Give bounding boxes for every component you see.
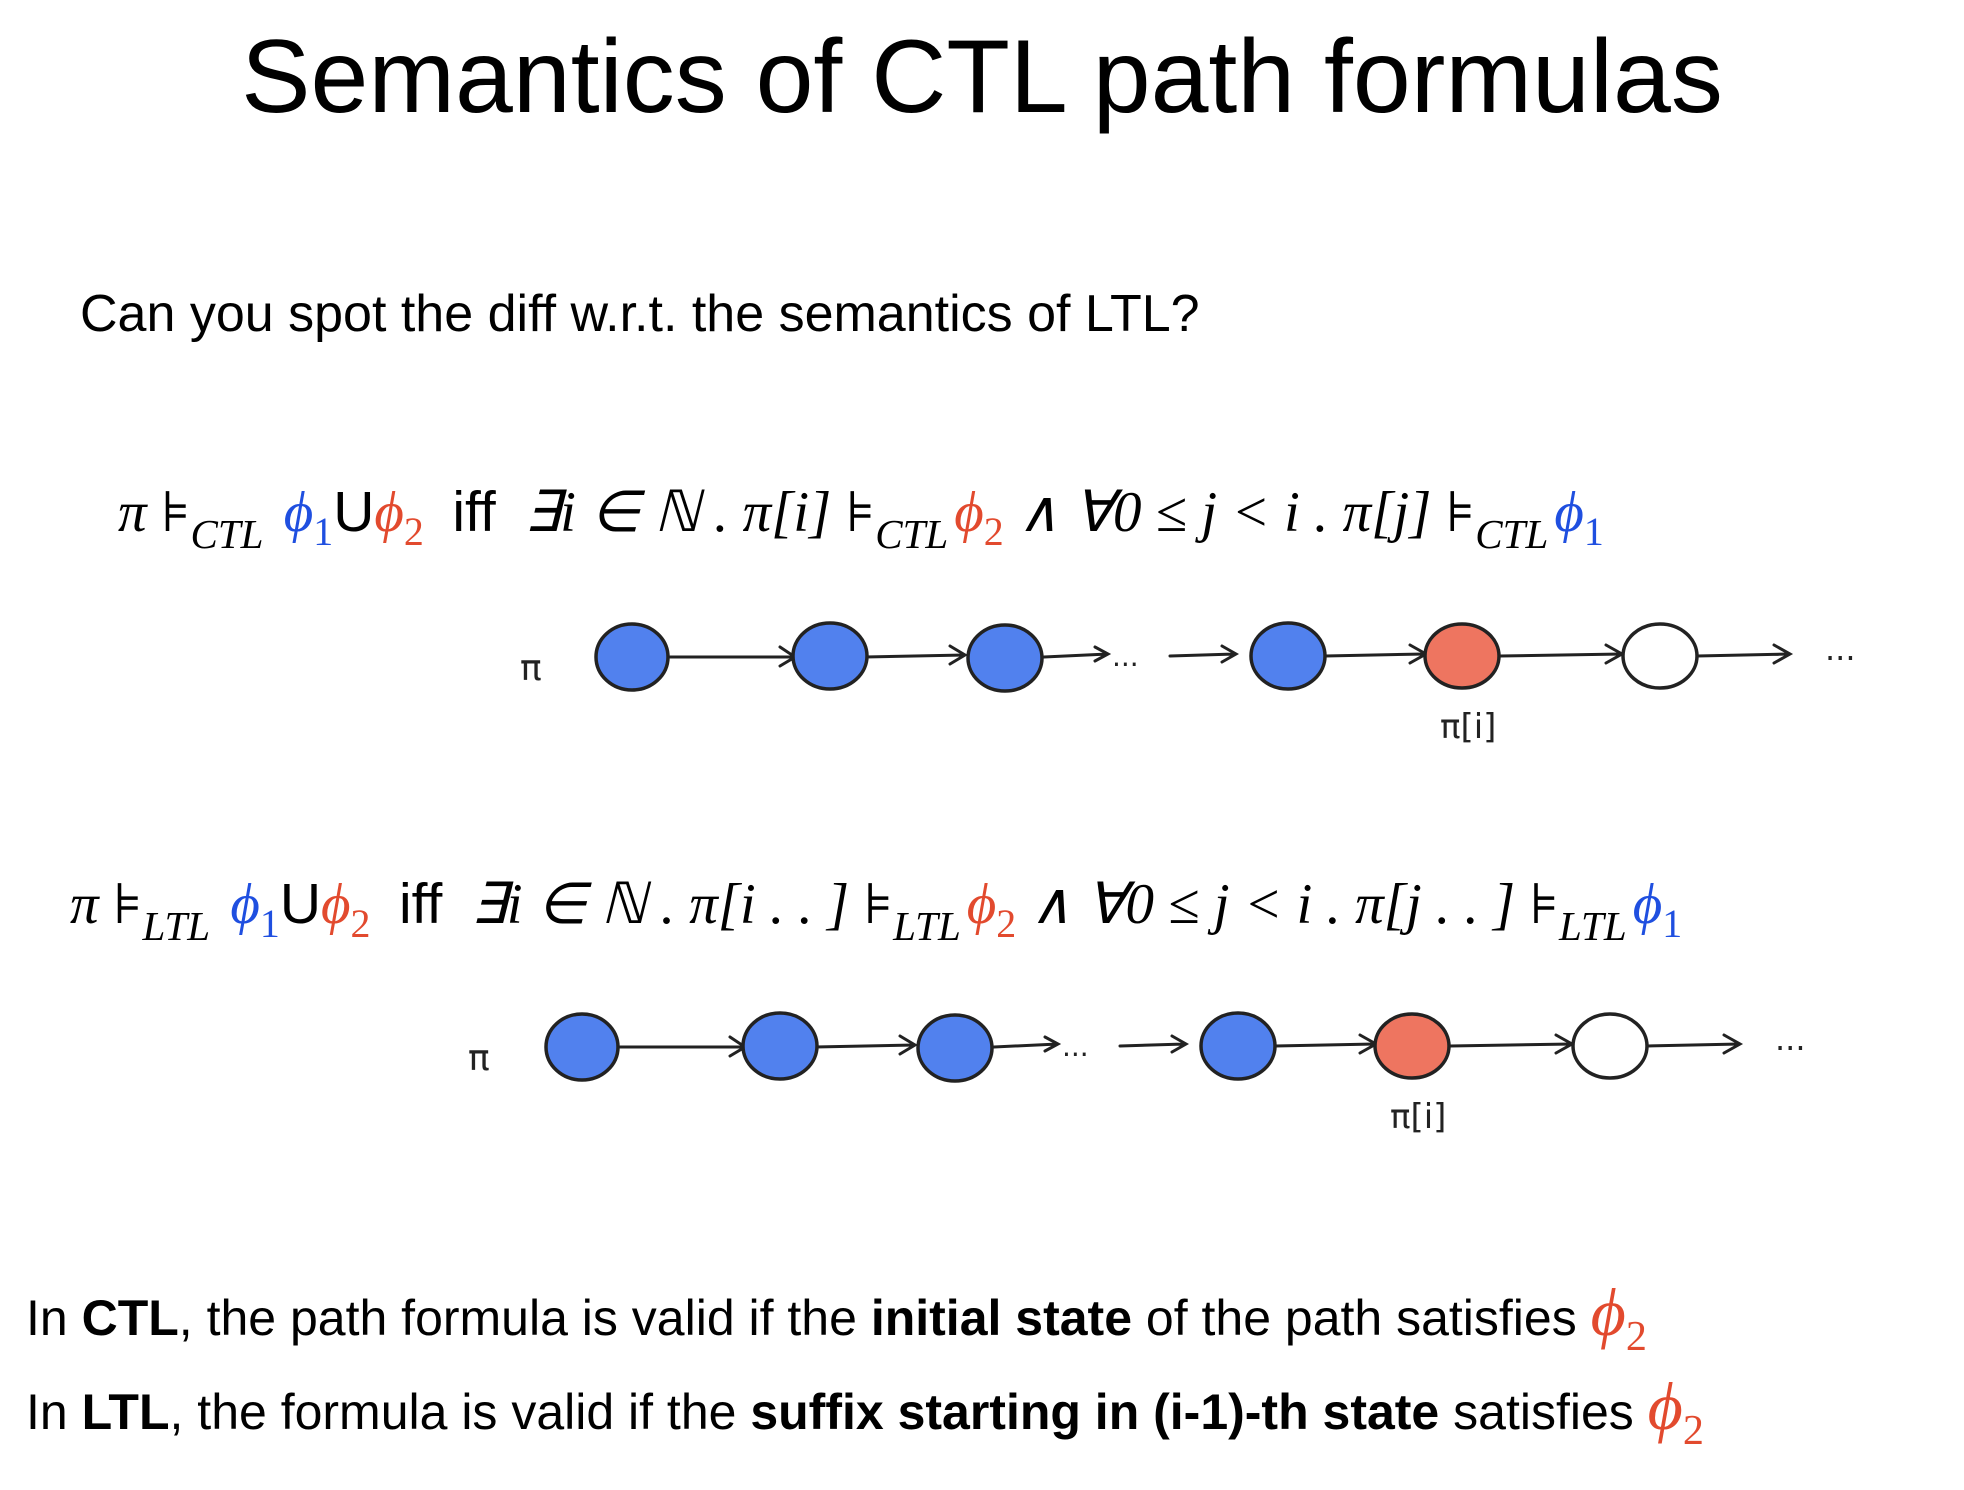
ctl-path-diagram: π ... ... π[i]: [520, 621, 1856, 747]
state-phi1: [544, 1012, 620, 1082]
phi2-term: ϕ2: [321, 873, 371, 946]
until-operator: U: [279, 872, 322, 936]
emphasis: initial state: [870, 1290, 1133, 1346]
models-symbol: ⊧: [863, 873, 894, 936]
forall-clause: ∧ ∀0 ≤ j < i . π[j]: [1003, 481, 1446, 544]
path-symbol: π: [70, 873, 99, 936]
state-phi1: [1249, 621, 1327, 691]
ctl-explanation: In CTL, the path formula is valid if the…: [26, 1274, 1647, 1360]
path-label: π: [468, 1038, 490, 1079]
logic-subscript: LTL: [1559, 903, 1627, 950]
models-symbol: ⊧: [845, 481, 876, 544]
logic-subscript: CTL: [875, 511, 949, 558]
models-symbol: ⊧: [160, 481, 191, 544]
ellipsis: ...: [1112, 640, 1139, 673]
forall-clause: ∧ ∀0 ≤ j < i . π[j . . ]: [1016, 873, 1530, 936]
path-symbol: π: [118, 481, 147, 544]
phi2-term: ϕ2: [954, 481, 1004, 554]
marked-state-label: π[i]: [1440, 707, 1496, 747]
state-phi2: [1373, 1012, 1451, 1080]
state-phi1: [1199, 1011, 1277, 1081]
path-label: π: [520, 648, 542, 689]
phi1-term: ϕ1: [1554, 481, 1604, 554]
state-phi1: [916, 1013, 994, 1083]
exists-clause: ∃i ∈ ℕ . π[i]: [524, 481, 846, 544]
iff-keyword: iff: [452, 480, 496, 544]
logic-subscript: CTL: [190, 511, 264, 558]
marked-state-label: π[i]: [1390, 1097, 1446, 1137]
ctl-until-formula: π ⊧CTL ϕ1Uϕ2 iff ∃i ∈ ℕ . π[i] ⊧CTL ϕ2 ∧ …: [118, 472, 1604, 555]
until-operator: U: [333, 480, 375, 544]
models-symbol: ⊧: [1445, 481, 1476, 544]
ellipsis: ...: [1775, 1020, 1806, 1058]
emphasis: suffix starting in (i-1)-th state: [750, 1384, 1440, 1440]
state-phi2: [1423, 622, 1501, 690]
phi1-term: ϕ1: [1632, 873, 1683, 946]
ltl-explanation: In LTL, the formula is valid if the suff…: [26, 1368, 1704, 1454]
logic-name: CTL: [81, 1290, 179, 1346]
phi2-term: ϕ2: [1647, 1368, 1704, 1454]
state-phi1: [594, 622, 670, 692]
state-phi1: [966, 623, 1044, 693]
models-symbol: ⊧: [1529, 873, 1560, 936]
state-unknown: [1621, 622, 1699, 690]
logic-name: LTL: [81, 1384, 170, 1440]
question-text: Can you spot the diff w.r.t. the semanti…: [80, 285, 1200, 343]
phi1-term: ϕ1: [230, 873, 280, 946]
logic-subscript: LTL: [893, 903, 961, 950]
ltl-path-diagram: π ... ... π[i]: [468, 1011, 1806, 1137]
state-unknown: [1571, 1012, 1649, 1080]
logic-subscript: CTL: [1475, 511, 1549, 558]
ltl-until-formula: π ⊧LTL ϕ1Uϕ2 iff ∃i ∈ ℕ . π[i . . ] ⊧LTL…: [70, 864, 1683, 947]
exists-clause: ∃i ∈ ℕ . π[i . . ]: [470, 873, 864, 936]
phi2-term: ϕ2: [966, 873, 1017, 946]
ellipsis: ...: [1825, 630, 1856, 668]
phi1-term: ϕ1: [283, 481, 334, 554]
phi2-term: ϕ2: [374, 481, 424, 554]
logic-subscript: LTL: [142, 903, 211, 950]
models-symbol: ⊧: [112, 873, 143, 936]
state-phi1: [741, 1011, 819, 1081]
state-phi1: [791, 621, 869, 691]
phi2-term: ϕ2: [1590, 1274, 1647, 1360]
ellipsis: ...: [1062, 1030, 1089, 1063]
slide-title: Semantics of CTL path formulas: [241, 19, 1723, 135]
iff-keyword: iff: [398, 872, 443, 936]
